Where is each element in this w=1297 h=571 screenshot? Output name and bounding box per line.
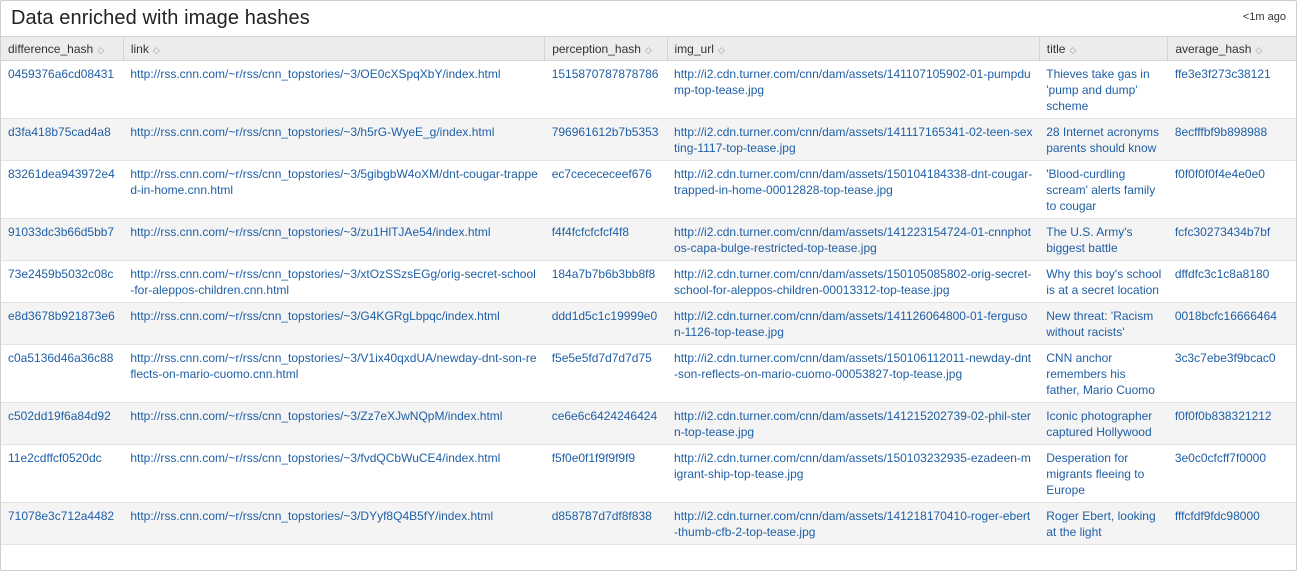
cell-img-url[interactable]: http://i2.cdn.turner.com/cnn/dam/assets/… bbox=[667, 302, 1040, 345]
column-header-link[interactable]: link ◇ bbox=[123, 36, 546, 61]
cell-img-url[interactable]: http://i2.cdn.turner.com/cnn/dam/assets/… bbox=[667, 402, 1040, 445]
dashboard-panel: Data enriched with image hashes <1m ago … bbox=[0, 0, 1297, 571]
cell-title[interactable]: Thieves take gas in 'pump and dump' sche… bbox=[1039, 60, 1168, 119]
table-body: 0459376a6cd08431 http://rss.cnn.com/~r/rs… bbox=[1, 60, 1296, 545]
cell-img-url[interactable]: http://i2.cdn.turner.com/cnn/dam/assets/… bbox=[667, 344, 1040, 403]
cell-link[interactable]: http://rss.cnn.com/~r/rss/cnn_topstories… bbox=[123, 60, 545, 119]
panel-title: Data enriched with image hashes bbox=[11, 7, 310, 29]
column-header-perception-hash[interactable]: perception_hash ◇ bbox=[544, 36, 668, 61]
cell-difference-hash[interactable]: c502dd19f6a84d92 bbox=[1, 402, 124, 445]
cell-link[interactable]: http://rss.cnn.com/~r/rss/cnn_topstories… bbox=[123, 344, 545, 403]
sort-icon[interactable]: ◇ bbox=[645, 45, 652, 55]
table-row: 71078e3c712a4482 http://rss.cnn.com/~r/rs… bbox=[1, 502, 1296, 545]
cell-perception-hash[interactable]: 796961612b7b5353 bbox=[544, 118, 668, 161]
cell-title[interactable]: Roger Ebert, looking at the light bbox=[1039, 502, 1168, 545]
cell-link[interactable]: http://rss.cnn.com/~r/rss/cnn_topstories… bbox=[123, 218, 545, 261]
cell-difference-hash[interactable]: c0a5136d46a36c88 bbox=[1, 344, 124, 403]
cell-link[interactable]: http://rss.cnn.com/~r/rss/cnn_topstories… bbox=[123, 402, 545, 445]
cell-perception-hash[interactable]: ddd1d5c1c19999e0 bbox=[544, 302, 668, 345]
cell-title[interactable]: New threat: 'Racism without racists' bbox=[1039, 302, 1168, 345]
sort-icon[interactable]: ◇ bbox=[97, 45, 104, 55]
cell-img-url[interactable]: http://i2.cdn.turner.com/cnn/dam/assets/… bbox=[667, 160, 1040, 219]
column-label: img_url bbox=[674, 41, 714, 56]
cell-img-url[interactable]: http://i2.cdn.turner.com/cnn/dam/assets/… bbox=[667, 260, 1040, 303]
cell-perception-hash[interactable]: ce6e6c6424246424 bbox=[544, 402, 668, 445]
cell-average-hash[interactable]: 0018bcfc16666464 bbox=[1167, 302, 1296, 345]
table-row: 91033dc3b66d5bb7 http://rss.cnn.com/~r/rs… bbox=[1, 218, 1296, 261]
cell-average-hash[interactable]: 3e0c0cfcff7f0000 bbox=[1167, 444, 1296, 503]
cell-average-hash[interactable]: f0f0f0b838321212 bbox=[1167, 402, 1296, 445]
table-header-row: difference_hash ◇ link ◇ perception_hash ◇ … bbox=[1, 36, 1296, 61]
sort-icon[interactable]: ◇ bbox=[1255, 45, 1262, 55]
cell-title[interactable]: Why this boy's school is at a secret loc… bbox=[1039, 260, 1168, 303]
cell-difference-hash[interactable]: 71078e3c712a4482 bbox=[1, 502, 124, 545]
last-updated-time[interactable]: <1m ago bbox=[1243, 11, 1286, 23]
cell-perception-hash[interactable]: 1515870787878786 bbox=[544, 60, 668, 119]
cell-perception-hash[interactable]: d858787d7df8f838 bbox=[544, 502, 668, 545]
column-label: perception_hash bbox=[552, 41, 641, 56]
cell-difference-hash[interactable]: 11e2cdffcf0520dc bbox=[1, 444, 124, 503]
table-row: 73e2459b5032c08c http://rss.cnn.com/~r/rs… bbox=[1, 260, 1296, 303]
column-label: average_hash bbox=[1175, 41, 1252, 56]
cell-average-hash[interactable]: fffcfdf9fdc98000 bbox=[1167, 502, 1296, 545]
panel-header: Data enriched with image hashes <1m ago bbox=[1, 1, 1296, 36]
cell-title[interactable]: CNN anchor remembers his father, Mario C… bbox=[1039, 344, 1168, 403]
column-label: difference_hash bbox=[8, 41, 94, 56]
column-label: link bbox=[130, 41, 149, 56]
cell-img-url[interactable]: http://i2.cdn.turner.com/cnn/dam/assets/… bbox=[667, 118, 1040, 161]
cell-img-url[interactable]: http://i2.cdn.turner.com/cnn/dam/assets/… bbox=[667, 502, 1040, 545]
cell-average-hash[interactable]: 8ecfffbf9b898988 bbox=[1167, 118, 1296, 161]
column-header-title[interactable]: title ◇ bbox=[1039, 36, 1169, 61]
cell-title[interactable]: 'Blood-curdling scream' alerts family to… bbox=[1039, 160, 1168, 219]
cell-img-url[interactable]: http://i2.cdn.turner.com/cnn/dam/assets/… bbox=[667, 444, 1040, 503]
cell-perception-hash[interactable]: ec7cecececeef676 bbox=[544, 160, 668, 219]
column-header-difference-hash[interactable]: difference_hash ◇ bbox=[1, 36, 124, 61]
table-row: e8d3678b921873e6 http://rss.cnn.com/~r/rs… bbox=[1, 302, 1296, 345]
cell-average-hash[interactable]: f0f0f0f0f4e4e0e0 bbox=[1167, 160, 1296, 219]
sort-icon[interactable]: ◇ bbox=[718, 45, 725, 55]
table-row: d3fa418b75cad4a8 http://rss.cnn.com/~r/rs… bbox=[1, 118, 1296, 161]
sort-icon[interactable]: ◇ bbox=[153, 45, 160, 55]
cell-link[interactable]: http://rss.cnn.com/~r/rss/cnn_topstories… bbox=[123, 502, 545, 545]
results-table: difference_hash ◇ link ◇ perception_hash ◇ … bbox=[1, 36, 1296, 545]
cell-perception-hash[interactable]: 184a7b7b6b3bb8f8 bbox=[544, 260, 668, 303]
cell-perception-hash[interactable]: f5f0e0f1f9f9f9f9 bbox=[544, 444, 668, 503]
cell-average-hash[interactable]: 3c3c7ebe3f9bcac0 bbox=[1167, 344, 1296, 403]
table-row: 11e2cdffcf0520dc http://rss.cnn.com/~r/rs… bbox=[1, 444, 1296, 503]
cell-title[interactable]: Iconic photographer captured Hollywood bbox=[1039, 402, 1168, 445]
cell-average-hash[interactable]: dffdfc3c1c8a8180 bbox=[1167, 260, 1296, 303]
table-row: c0a5136d46a36c88 http://rss.cnn.com/~r/rs… bbox=[1, 344, 1296, 403]
cell-title[interactable]: The U.S. Army's biggest battle bbox=[1039, 218, 1168, 261]
cell-img-url[interactable]: http://i2.cdn.turner.com/cnn/dam/assets/… bbox=[667, 60, 1040, 119]
cell-perception-hash[interactable]: f5e5e5fd7d7d7d75 bbox=[544, 344, 668, 403]
table-row: 83261dea943972e4 http://rss.cnn.com/~r/rs… bbox=[1, 160, 1296, 219]
cell-link[interactable]: http://rss.cnn.com/~r/rss/cnn_topstories… bbox=[123, 260, 545, 303]
cell-link[interactable]: http://rss.cnn.com/~r/rss/cnn_topstories… bbox=[123, 302, 545, 345]
sort-icon[interactable]: ◇ bbox=[1069, 45, 1076, 55]
cell-link[interactable]: http://rss.cnn.com/~r/rss/cnn_topstories… bbox=[123, 444, 545, 503]
cell-difference-hash[interactable]: d3fa418b75cad4a8 bbox=[1, 118, 124, 161]
cell-difference-hash[interactable]: 0459376a6cd08431 bbox=[1, 60, 124, 119]
column-label: title bbox=[1046, 41, 1066, 56]
column-header-img-url[interactable]: img_url ◇ bbox=[667, 36, 1040, 61]
column-header-average-hash[interactable]: average_hash ◇ bbox=[1167, 36, 1296, 61]
cell-perception-hash[interactable]: f4f4fcfcfcfcf4f8 bbox=[544, 218, 668, 261]
table-row: 0459376a6cd08431 http://rss.cnn.com/~r/rs… bbox=[1, 60, 1296, 119]
cell-title[interactable]: Desperation for migrants fleeing to Euro… bbox=[1039, 444, 1168, 503]
cell-title[interactable]: 28 Internet acronyms parents should know bbox=[1039, 118, 1168, 161]
cell-difference-hash[interactable]: 83261dea943972e4 bbox=[1, 160, 124, 219]
table-row: c502dd19f6a84d92 http://rss.cnn.com/~r/rs… bbox=[1, 402, 1296, 445]
cell-average-hash[interactable]: ffe3e3f273c38121 bbox=[1167, 60, 1296, 119]
cell-link[interactable]: http://rss.cnn.com/~r/rss/cnn_topstories… bbox=[123, 160, 545, 219]
cell-img-url[interactable]: http://i2.cdn.turner.com/cnn/dam/assets/… bbox=[667, 218, 1040, 261]
cell-difference-hash[interactable]: 73e2459b5032c08c bbox=[1, 260, 124, 303]
cell-difference-hash[interactable]: 91033dc3b66d5bb7 bbox=[1, 218, 124, 261]
cell-difference-hash[interactable]: e8d3678b921873e6 bbox=[1, 302, 124, 345]
cell-link[interactable]: http://rss.cnn.com/~r/rss/cnn_topstories… bbox=[123, 118, 545, 161]
cell-average-hash[interactable]: fcfc30273434b7bf bbox=[1167, 218, 1296, 261]
